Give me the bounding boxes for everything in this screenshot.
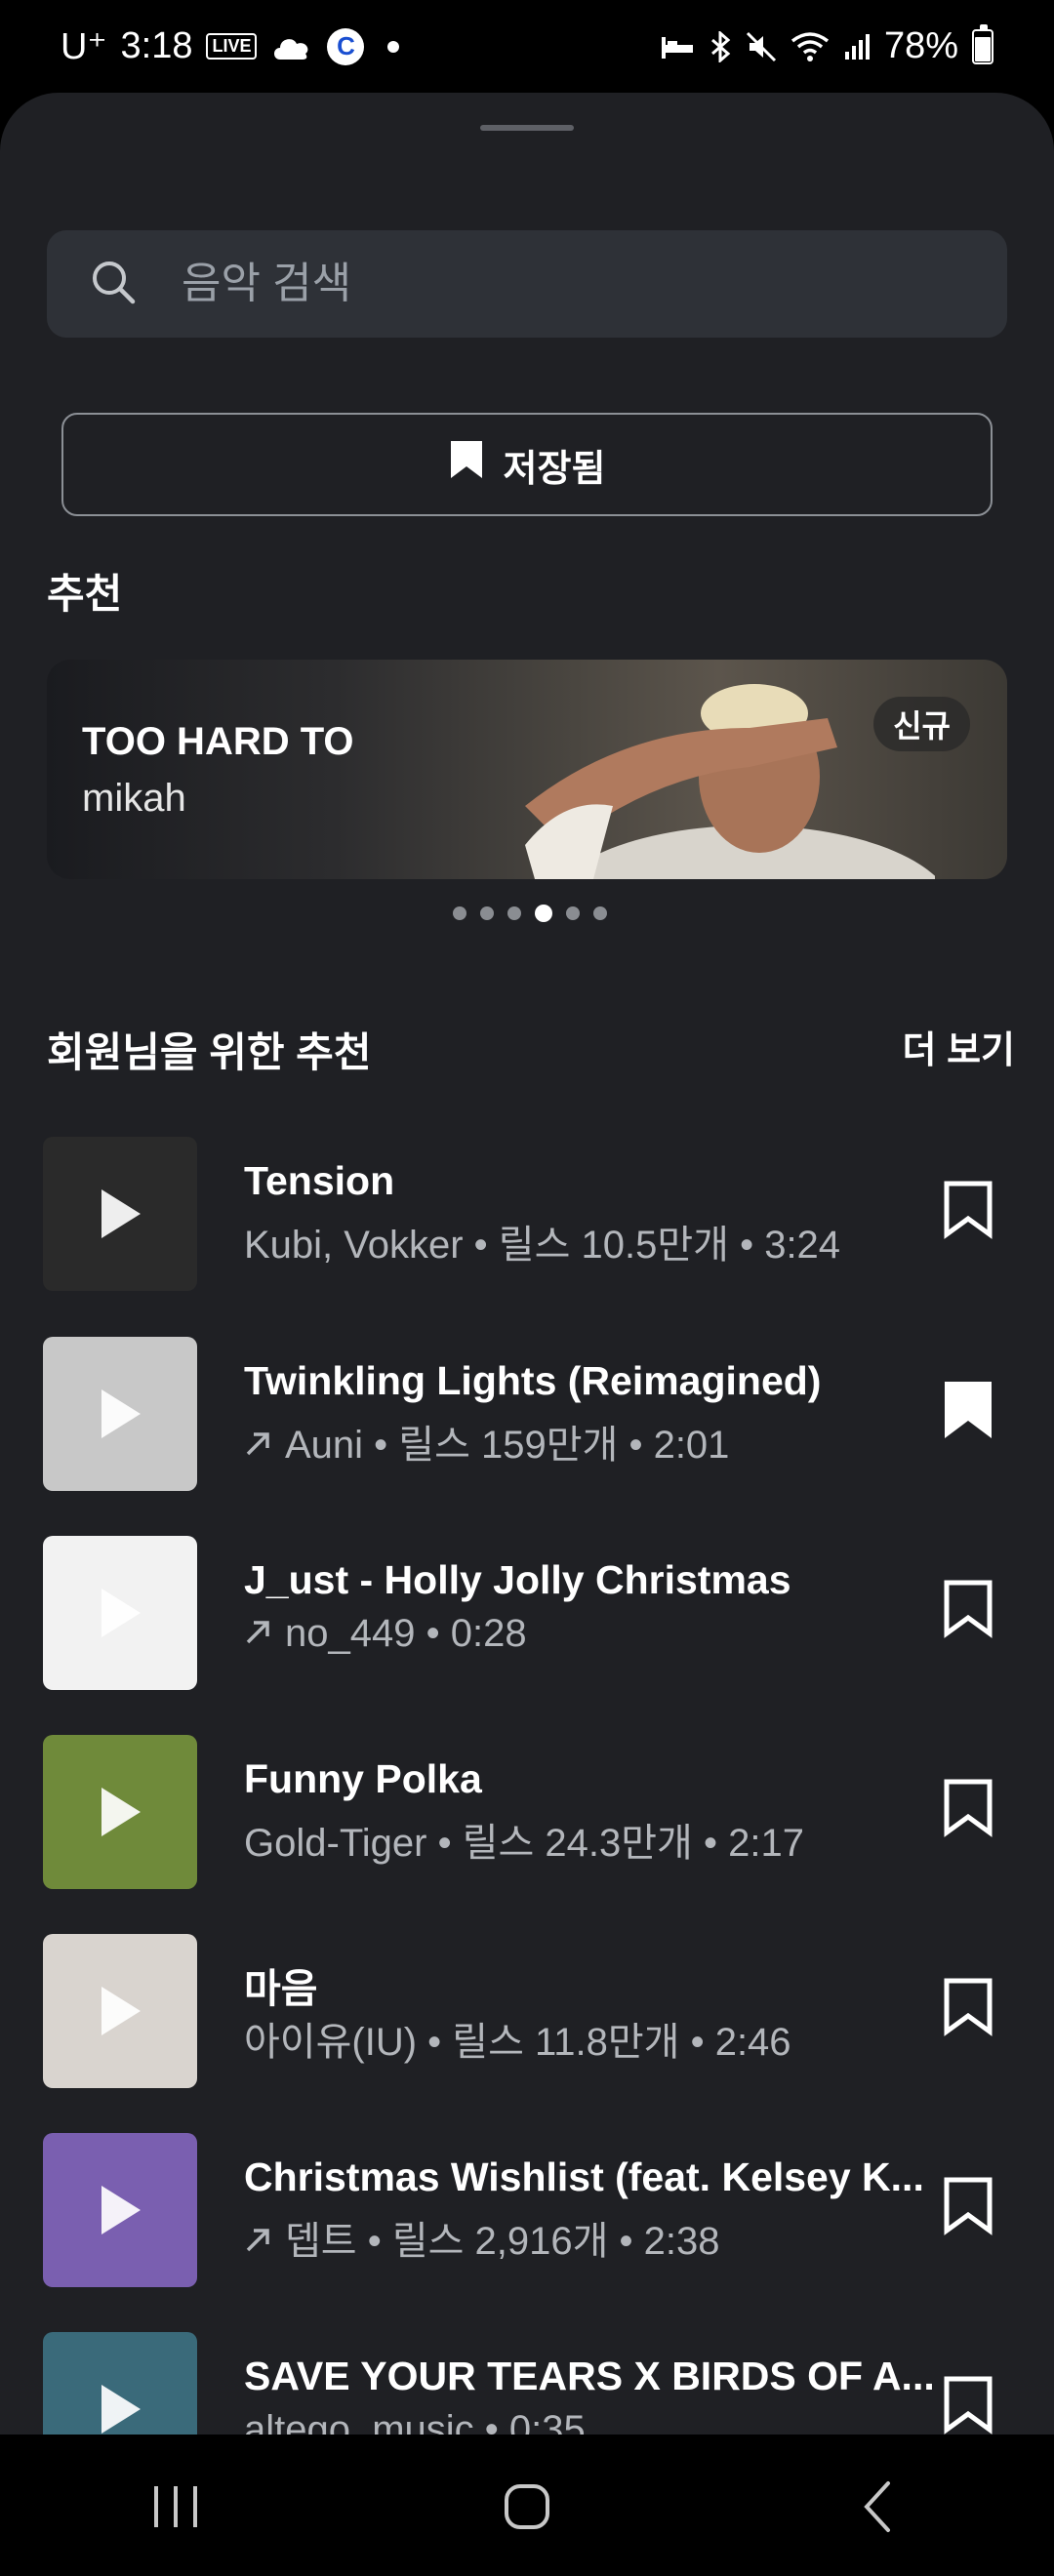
track-row[interactable]: SAVE YOUR TEARS X BIRDS OF A... altego_mu… xyxy=(43,2332,1019,2435)
track-row[interactable]: Tension Kubi, Vokker • 릴스 10.5만개 • 3:24 xyxy=(43,1137,1019,1293)
track-title: Twinkling Lights (Reimagined) xyxy=(244,1358,822,1403)
music-sheet: 저장됨 추천 TOO HARD TO mikah 신규 회원님을 위한 추천 더… xyxy=(0,93,1054,2435)
for-you-heading: 회원님을 위한 추천 xyxy=(47,1029,372,1075)
bookmark-icon[interactable] xyxy=(939,1575,997,1643)
bookmark-icon[interactable] xyxy=(939,1774,997,1842)
track-meta: altego_music • 0:35 xyxy=(244,2408,586,2435)
trending-arrow-icon xyxy=(244,2220,271,2264)
track-subtitle: Kubi, Vokker • 릴스 10.5만개 • 3:24 xyxy=(244,1213,947,1269)
track-meta: 아이유(IU) • 릴스 11.8만개 • 2:46 xyxy=(244,2021,791,2064)
album-thumbnail[interactable] xyxy=(43,1137,197,1291)
time-label: 3:18 xyxy=(120,25,193,66)
track-subtitle: 뎁트 • 릴스 2,916개 • 2:38 xyxy=(244,2209,947,2266)
track-meta: 뎁트 • 릴스 2,916개 • 2:38 xyxy=(285,2220,720,2263)
recommend-heading: 추천 xyxy=(47,571,123,617)
track-title: Christmas Wishlist (feat. Kelsey K... xyxy=(244,2154,924,2199)
recent-apps-icon xyxy=(154,2485,197,2527)
play-icon[interactable] xyxy=(101,1589,141,1637)
banner-artist: mikah xyxy=(82,777,186,820)
album-thumbnail[interactable] xyxy=(43,1934,197,2088)
recent-apps-button[interactable] xyxy=(117,2448,234,2565)
saved-button-label: 저장됨 xyxy=(503,448,606,490)
carousel-dot[interactable] xyxy=(453,906,466,920)
mute-icon xyxy=(746,31,777,62)
carrier-label: U⁺ xyxy=(61,26,107,67)
c-app-icon: C xyxy=(327,27,365,65)
track-title: Tension xyxy=(244,1158,395,1203)
banner-track-title: TOO HARD TO xyxy=(82,720,354,763)
track-meta: Gold-Tiger • 릴스 24.3만개 • 2:17 xyxy=(244,1822,804,1865)
saved-button[interactable]: 저장됨 xyxy=(61,413,993,516)
back-icon xyxy=(864,2480,890,2532)
home-button[interactable] xyxy=(468,2448,586,2565)
carousel-dot[interactable] xyxy=(480,906,494,920)
album-thumbnail[interactable] xyxy=(43,2332,197,2435)
track-subtitle: Gold-Tiger • 릴스 24.3만개 • 2:17 xyxy=(244,1811,947,1868)
carousel-dot[interactable] xyxy=(507,906,521,920)
play-icon[interactable] xyxy=(101,2385,141,2434)
album-thumbnail[interactable] xyxy=(43,1536,197,1690)
back-button[interactable] xyxy=(820,2448,937,2565)
bookmark-icon[interactable] xyxy=(939,2371,997,2435)
track-subtitle: Auni • 릴스 159만개 • 2:01 xyxy=(244,1413,947,1469)
album-thumbnail[interactable] xyxy=(43,1337,197,1491)
track-subtitle: 아이유(IU) • 릴스 11.8만개 • 2:46 xyxy=(244,2010,947,2067)
new-badge: 신규 xyxy=(873,697,970,751)
bluetooth-icon xyxy=(709,30,732,62)
trending-arrow-icon xyxy=(244,1612,271,1656)
track-row[interactable]: Funny Polka Gold-Tiger • 릴스 24.3만개 • 2:17 xyxy=(43,1735,1019,1891)
live-icon: LIVE xyxy=(206,33,258,60)
play-icon[interactable] xyxy=(101,1389,141,1438)
bookmark-icon[interactable] xyxy=(939,1176,997,1244)
play-icon[interactable] xyxy=(101,1189,141,1238)
carousel-dot-active[interactable] xyxy=(535,905,552,922)
search-icon xyxy=(90,259,137,310)
track-title: SAVE YOUR TEARS X BIRDS OF A... xyxy=(244,2354,935,2398)
track-subtitle: altego_music • 0:35 xyxy=(244,2408,947,2435)
banner-artwork xyxy=(525,684,935,879)
search-bar[interactable] xyxy=(47,230,1007,338)
navigation-bar xyxy=(0,2436,1054,2576)
signal-icon xyxy=(843,32,871,61)
bookmark-filled-icon xyxy=(449,439,484,490)
track-row[interactable]: Twinkling Lights (Reimagined) Auni • 릴스 1… xyxy=(43,1337,1019,1493)
track-meta: Kubi, Vokker • 릴스 10.5만개 • 3:24 xyxy=(244,1224,841,1267)
track-row[interactable]: Christmas Wishlist (feat. Kelsey K... 뎁트 … xyxy=(43,2133,1019,2289)
album-thumbnail[interactable] xyxy=(43,2133,197,2287)
sleep-mode-icon xyxy=(660,33,695,60)
carousel-dot[interactable] xyxy=(566,906,580,920)
status-bar: U⁺ 3:18 LIVE C 78% xyxy=(0,0,1054,93)
cloud-icon xyxy=(270,32,313,61)
track-subtitle: no_449 • 0:28 xyxy=(244,1612,947,1656)
carousel-dot[interactable] xyxy=(593,906,607,920)
track-meta: no_449 • 0:28 xyxy=(285,1612,527,1655)
wifi-icon xyxy=(790,31,830,62)
see-more-link[interactable]: 더 보기 xyxy=(903,1020,1015,1073)
carousel-indicator xyxy=(453,905,607,922)
play-icon[interactable] xyxy=(101,1987,141,2035)
track-title: J_ust - Holly Jolly Christmas xyxy=(244,1557,791,1602)
bookmark-icon[interactable] xyxy=(939,1973,997,2041)
track-title: Funny Polka xyxy=(244,1756,482,1801)
home-icon xyxy=(505,2483,549,2529)
featured-banner[interactable]: TOO HARD TO mikah 신규 xyxy=(47,660,1007,879)
battery-icon xyxy=(972,23,993,64)
track-meta: Auni • 릴스 159만개 • 2:01 xyxy=(285,1424,730,1467)
search-input[interactable] xyxy=(180,259,964,309)
bookmark-filled-icon[interactable] xyxy=(939,1376,997,1444)
album-thumbnail[interactable] xyxy=(43,1735,197,1889)
track-title: 마음 xyxy=(244,1966,318,2011)
sheet-drag-handle[interactable] xyxy=(480,125,574,131)
play-icon[interactable] xyxy=(101,2186,141,2234)
trending-arrow-icon xyxy=(244,1424,271,1468)
battery-percent: 78% xyxy=(883,25,958,66)
track-row[interactable]: 마음아이유(IU) • 릴스 11.8만개 • 2:46 xyxy=(43,1934,1019,2090)
play-icon[interactable] xyxy=(101,1788,141,1836)
track-row[interactable]: J_ust - Holly Jolly Christmas no_449 • 0:… xyxy=(43,1536,1019,1692)
bookmark-icon[interactable] xyxy=(939,2172,997,2240)
notification-dot-icon xyxy=(387,40,400,53)
